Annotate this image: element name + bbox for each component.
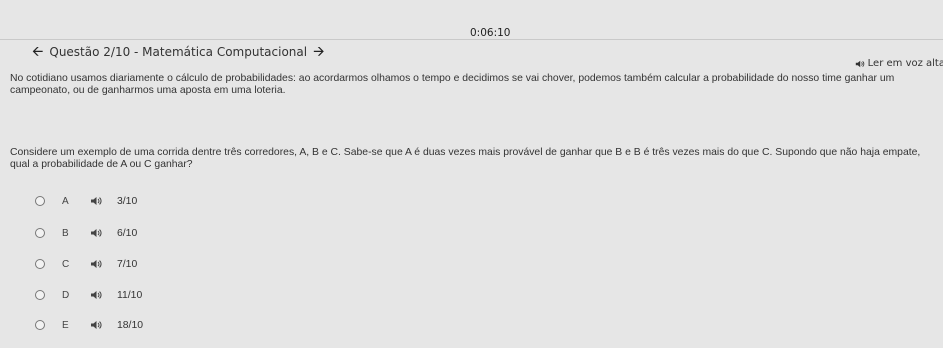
read-aloud-button[interactable]: Ler em voz alta [855, 58, 943, 69]
option-value: 3/10 [117, 195, 138, 207]
radio-button[interactable] [35, 228, 45, 238]
question-title: Questão 2/10 - Matemática Computacional [49, 45, 308, 59]
timer: 0:06:10 [470, 27, 511, 39]
arrow-left-icon[interactable]: 🡨 [32, 45, 43, 59]
question-header: 🡨 Questão 2/10 - Matemática Computaciona… [32, 44, 324, 60]
option-value: 11/10 [117, 289, 143, 301]
radio-button[interactable] [35, 196, 45, 206]
radio-button[interactable] [35, 290, 45, 300]
speaker-icon[interactable] [90, 290, 102, 300]
radio-button[interactable] [35, 320, 45, 330]
option-letter: A [62, 195, 69, 207]
option-letter: B [62, 227, 69, 239]
read-aloud-label: Ler em voz alta [867, 58, 943, 69]
radio-button[interactable] [35, 259, 45, 269]
speaker-icon [855, 60, 865, 67]
speaker-icon[interactable] [90, 320, 102, 330]
question-text: Considere um exemplo de uma corrida dent… [10, 147, 921, 170]
intro-text: No cotidiano usamos diariamente o cálcul… [10, 73, 895, 96]
speaker-icon[interactable] [90, 196, 102, 206]
option-b[interactable]: B 6/10 [35, 226, 137, 240]
divider [0, 39, 943, 40]
option-c[interactable]: C 7/10 [35, 257, 137, 271]
option-letter: E [62, 319, 69, 331]
arrow-right-icon[interactable]: 🡪 [313, 45, 324, 59]
option-value: 18/10 [117, 319, 144, 331]
speaker-icon[interactable] [90, 228, 102, 238]
option-value: 7/10 [117, 258, 138, 270]
option-value: 6/10 [117, 227, 138, 239]
option-letter: C [62, 258, 70, 270]
option-d[interactable]: D 11/10 [35, 288, 142, 302]
option-e[interactable]: E 18/10 [35, 318, 143, 332]
option-letter: D [62, 289, 70, 301]
option-a[interactable]: A 3/10 [35, 194, 137, 208]
speaker-icon[interactable] [90, 259, 102, 269]
